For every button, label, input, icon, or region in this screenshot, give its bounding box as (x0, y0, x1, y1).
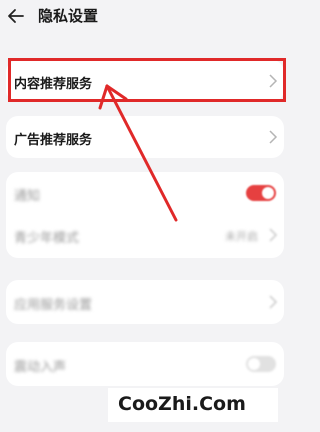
watermark-text: CooZhi.Com (118, 393, 246, 415)
highlight-box (8, 58, 286, 102)
chevron-right-icon (269, 228, 278, 242)
row-vibration[interactable]: 震动入声 (6, 344, 284, 384)
row-app-service[interactable]: 应用服务设置 (6, 282, 284, 322)
row-label: 青少年模式 (14, 231, 80, 246)
row-label: 震动入声 (14, 360, 67, 375)
vibration-toggle[interactable] (246, 356, 276, 372)
settings-card-vibration: 震动入声 (6, 342, 284, 386)
chevron-right-icon (269, 130, 278, 144)
watermark: CooZhi.Com (108, 388, 278, 422)
row-label: 通知 (14, 189, 41, 204)
row-ad-recommend[interactable]: 广告推荐服务 (6, 117, 284, 157)
settings-card-notify: 通知 青少年模式 未开启 (6, 172, 284, 258)
row-label: 广告推荐服务 (14, 133, 93, 148)
row-value: 未开启 (225, 230, 258, 243)
header: 隐私设置 (0, 0, 290, 40)
settings-card-ad-recommend: 广告推荐服务 (6, 116, 284, 158)
page-title: 隐私设置 (38, 7, 99, 25)
notification-toggle[interactable] (246, 185, 276, 201)
row-notification[interactable]: 通知 (6, 173, 284, 213)
chevron-right-icon (269, 295, 278, 309)
row-youth-mode[interactable]: 青少年模式 未开启 (6, 215, 284, 255)
row-label: 应用服务设置 (14, 298, 93, 313)
settings-card-app-service: 应用服务设置 (6, 280, 284, 324)
back-arrow-icon[interactable] (6, 6, 26, 26)
